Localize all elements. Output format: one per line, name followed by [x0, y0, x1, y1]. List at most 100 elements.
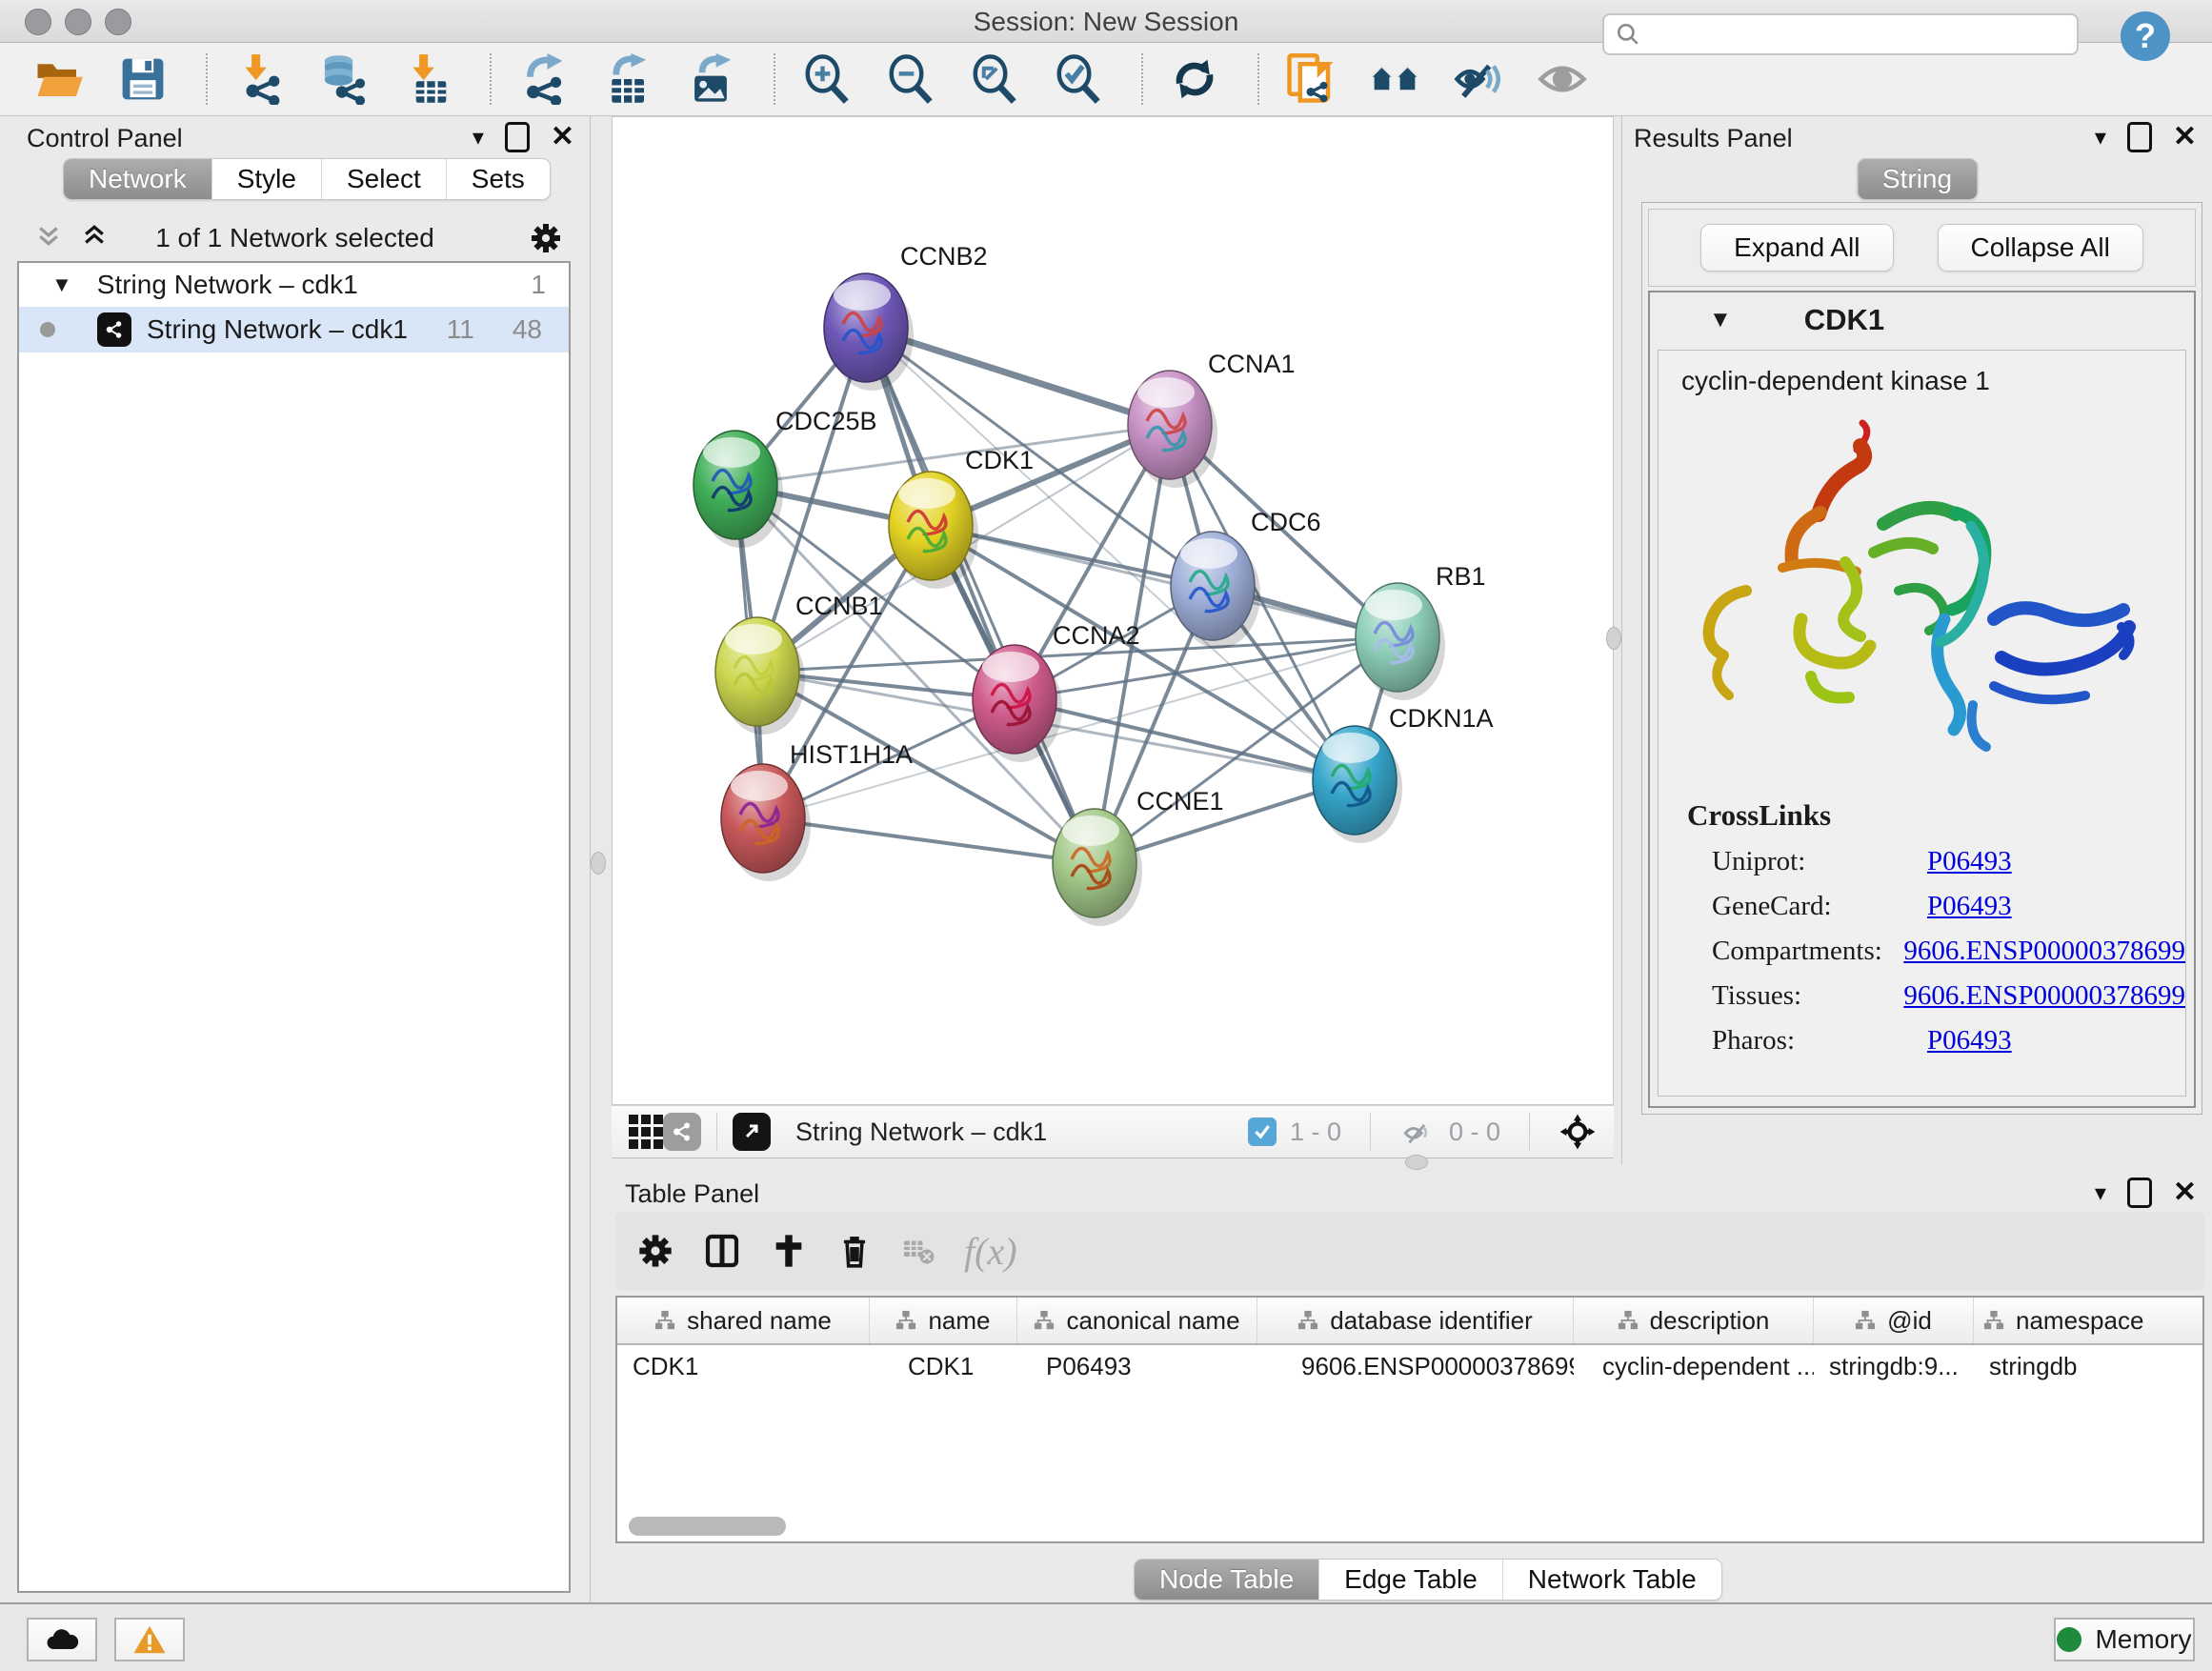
crosslink-link[interactable]: P06493	[1927, 891, 2012, 922]
crosslink-link[interactable]: 9606.ENSP00000378699	[1903, 936, 2185, 967]
panel-float-icon[interactable]	[505, 122, 530, 152]
protein-section-header[interactable]: ▼ CDK1	[1650, 292, 2194, 348]
export-table-to-file-icon[interactable]	[600, 52, 654, 106]
network-node-hist1h1a[interactable]: HIST1H1A	[721, 740, 913, 881]
protein-expander-icon[interactable]: ▼	[1709, 307, 1732, 333]
network-type-icon	[97, 312, 131, 347]
import-network-from-database-icon[interactable]	[316, 52, 370, 106]
show-columns-icon[interactable]	[703, 1232, 741, 1270]
toolbar-separator	[1529, 1113, 1530, 1151]
expand-all-button[interactable]: Expand All	[1700, 224, 1893, 272]
network-options-gear-icon[interactable]	[529, 221, 563, 255]
tab-select[interactable]: Select	[322, 159, 447, 199]
panel-float-icon[interactable]	[2127, 122, 2152, 152]
cloud-status-button[interactable]	[27, 1618, 97, 1661]
network-node-ccnb1[interactable]: CCNB1	[715, 592, 883, 735]
crosslink-link[interactable]: P06493	[1927, 846, 2012, 877]
network-collection-row[interactable]: ▼ String Network – cdk1 1	[19, 263, 569, 307]
export-image-icon[interactable]	[684, 52, 737, 106]
table-cell[interactable]: 9606.ENSP00000378699	[1257, 1345, 1574, 1387]
first-neighbors-icon[interactable]	[1368, 52, 1421, 106]
collection-expander-icon[interactable]: ▼	[51, 272, 72, 297]
panel-float-icon[interactable]	[2127, 1178, 2152, 1208]
table-cell[interactable]: CDK1	[870, 1345, 1017, 1387]
crosslinks-title: CrossLinks	[1687, 798, 2185, 833]
tab-string[interactable]: String	[1858, 159, 1977, 199]
network-node-cdc6[interactable]: CDC6	[1171, 508, 1321, 649]
delete-column-icon[interactable]	[836, 1232, 873, 1270]
panel-close-icon[interactable]: ✕	[551, 125, 574, 150]
column-header[interactable]: @id	[1814, 1298, 1974, 1343]
import-network-from-file-icon[interactable]	[232, 52, 286, 106]
table-cell[interactable]: stringdb	[1974, 1345, 2202, 1387]
network-edge[interactable]	[866, 328, 1095, 863]
tab-network[interactable]: Network	[64, 159, 212, 199]
network-node-ccna1[interactable]: CCNA1	[1128, 350, 1296, 488]
table-cell[interactable]: CDK1	[617, 1345, 870, 1387]
network-thumbnails-icon[interactable]	[629, 1115, 663, 1149]
left-splitter-handle[interactable]	[591, 852, 606, 875]
warnings-button[interactable]	[114, 1618, 185, 1661]
export-network-to-file-icon[interactable]	[516, 52, 570, 106]
table-cell[interactable]: cyclin-dependent ...	[1574, 1345, 1814, 1387]
birdseye-view-icon[interactable]	[733, 1113, 771, 1151]
table-panel-title: Table Panel	[625, 1179, 759, 1209]
tab-edge-table[interactable]: Edge Table	[1319, 1560, 1503, 1600]
search-input[interactable]	[1650, 19, 2077, 50]
crosslink-label: Uniprot:	[1712, 846, 1927, 877]
column-header[interactable]: name	[870, 1298, 1017, 1343]
save-session-icon[interactable]	[116, 52, 170, 106]
toolbar-search[interactable]	[1602, 13, 2079, 55]
panel-collapse-icon[interactable]: ▾	[473, 124, 484, 151]
zoom-selected-icon[interactable]	[1052, 52, 1105, 106]
add-column-icon[interactable]	[770, 1232, 808, 1270]
right-splitter-handle[interactable]	[1606, 627, 1621, 650]
panel-close-icon[interactable]: ✕	[2173, 1180, 2197, 1205]
column-header[interactable]: database identifier	[1257, 1298, 1574, 1343]
zoom-fit-icon[interactable]	[968, 52, 1021, 106]
selected-checkbox-icon[interactable]	[1248, 1117, 1277, 1146]
table-cell[interactable]: P06493	[1017, 1345, 1257, 1387]
control-panel-title: Control Panel	[27, 124, 183, 153]
table-horizontal-scrollbar[interactable]	[629, 1517, 786, 1536]
network-node-rb1[interactable]: RB1	[1356, 562, 1486, 700]
column-header[interactable]: namespace	[1974, 1298, 2202, 1343]
import-table-from-file-icon[interactable]	[400, 52, 453, 106]
fit-selection-crosshair-icon[interactable]	[1558, 1113, 1597, 1151]
tab-style[interactable]: Style	[212, 159, 322, 199]
network-node-ccnb2[interactable]: CCNB2	[824, 242, 988, 391]
collapse-all-button[interactable]: Collapse All	[1938, 224, 2143, 272]
column-header[interactable]: description	[1574, 1298, 1814, 1343]
hide-selected-icon[interactable]	[1452, 52, 1505, 106]
network-edge[interactable]	[763, 818, 1095, 863]
tab-node-table[interactable]: Node Table	[1135, 1560, 1319, 1600]
horizontal-splitter-handle[interactable]	[1405, 1155, 1428, 1170]
network-node-ccne1[interactable]: CCNE1	[1053, 787, 1224, 926]
tab-network-table[interactable]: Network Table	[1503, 1560, 1721, 1600]
panel-collapse-icon[interactable]: ▾	[2095, 124, 2106, 151]
network-node-cdkn1a[interactable]: CDKN1A	[1313, 704, 1494, 843]
table-row[interactable]: CDK1 CDK1 P06493 9606.ENSP00000378699 cy…	[617, 1345, 2202, 1387]
network-row-selected[interactable]: String Network – cdk1 11 48	[19, 307, 569, 352]
panel-close-icon[interactable]: ✕	[2173, 125, 2197, 150]
show-all-icon[interactable]	[1536, 52, 1589, 106]
network-canvas[interactable]: CCNB2CCNA1CDC25BCDK1CDC6RB1CCNB1CCNA2CDK…	[612, 116, 1614, 1105]
zoom-out-icon[interactable]	[884, 52, 937, 106]
crosslink-link[interactable]: 9606.ENSP00000378699	[1903, 980, 2185, 1012]
column-header[interactable]: canonical name	[1017, 1298, 1257, 1343]
table-options-gear-icon[interactable]	[636, 1232, 674, 1270]
zoom-in-icon[interactable]	[800, 52, 854, 106]
crosslink-link[interactable]: P06493	[1927, 1025, 2012, 1057]
tab-sets[interactable]: Sets	[447, 159, 550, 199]
clone-network-icon[interactable]	[1284, 52, 1337, 106]
panel-collapse-icon[interactable]: ▾	[2095, 1179, 2106, 1207]
table-cell[interactable]: stringdb:9...	[1814, 1345, 1974, 1387]
refresh-view-icon[interactable]	[1168, 52, 1221, 106]
network-share-icon[interactable]	[663, 1113, 701, 1151]
memory-button[interactable]: Memory	[2054, 1618, 2195, 1661]
column-header[interactable]: shared name	[617, 1298, 870, 1343]
status-bar: Memory	[0, 1602, 2212, 1671]
open-session-icon[interactable]	[32, 52, 86, 106]
results-panel-tabs: String	[1857, 158, 1978, 200]
help-button[interactable]: ?	[2121, 11, 2170, 61]
